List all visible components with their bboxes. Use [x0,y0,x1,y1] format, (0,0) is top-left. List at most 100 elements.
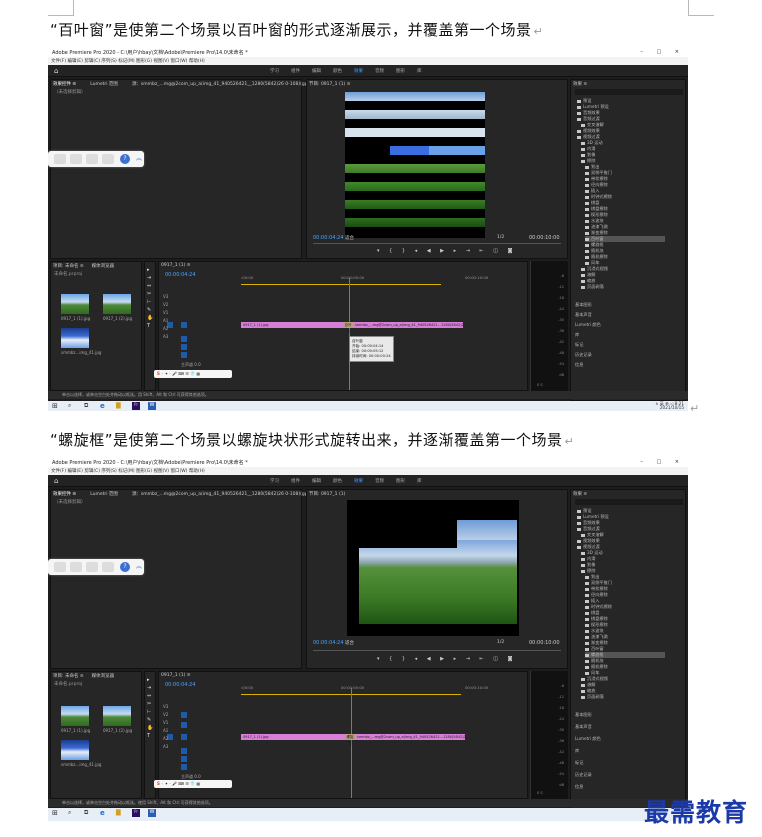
folder-icon[interactable]: ▇ [116,809,124,817]
edge-icon[interactable]: e [100,809,108,817]
resolution-select[interactable]: 1/2 [497,640,504,645]
track-toggle[interactable] [181,764,187,770]
timeline-clip-b[interactable]: smmbz_...mg@2com_up_a(img_41_940526421..… [355,734,465,740]
workspace-tab[interactable]: 学习 [270,479,279,484]
tab-lumetri-scopes[interactable]: Lumetri 范围 [90,492,118,497]
panel-link[interactable]: 库 [575,332,579,338]
tab-effects[interactable]: 效果 ≡ [573,81,587,87]
playhead[interactable] [349,278,350,390]
track-toggle[interactable] [181,756,187,762]
timeline-clip-a[interactable]: 0917_1 (1).jpg [241,322,343,328]
tool-icons[interactable]: ▸ ⇥ ⇔ ✂ ⊢ ✎ ✋ T [147,676,153,740]
workspace-tab-active[interactable]: 效果 [354,479,363,484]
track-toggle[interactable] [181,322,187,328]
tab-effect-controls[interactable]: 效果控件 ≡ [53,492,76,497]
tab-program[interactable]: 节目: 0917_1 (1) [309,491,345,497]
tab-project[interactable]: 项目: 未命名 ≡ [53,264,84,269]
windows-start-icon[interactable]: ⊞ [52,809,60,817]
menu-bar[interactable]: 文件(F) 编辑(E) 剪辑(C) 序列(S) 标记(M) 图形(G) 视图(V… [48,467,688,475]
work-area-bar[interactable] [241,284,441,285]
toolbar-button-icon[interactable] [70,562,82,572]
tool-icons[interactable]: ▸ ⇥ ⇔ ✂ ⊢ ✎ ✋ T [147,266,153,330]
bin-thumbnail[interactable] [103,294,131,314]
task-view-icon[interactable]: ⧉ [84,809,92,817]
home-icon[interactable]: ⌂ [54,67,58,75]
effects-search-input[interactable] [575,89,683,95]
ime-toolbar[interactable]: S ◦ ✦ · 🎤 ⌨ ☰ 👕 ▦ [154,780,232,788]
program-timecode-in[interactable]: 00:00:04:24 [313,640,344,646]
workspace-tab-active[interactable]: 效果 [354,69,363,74]
effects-item[interactable]: 页面剥落 [581,284,604,290]
master-track-value[interactable]: 0.0 [194,774,200,779]
ime-toolbar[interactable]: S ◦ ✦ · 🎤 ⌨ ☰ 👕 ▦ [154,370,232,378]
zoom-select[interactable]: 适合 [345,640,354,646]
windows-start-icon[interactable]: ⊞ [52,402,60,410]
bin-thumbnail[interactable] [103,706,131,726]
track-toggle[interactable] [181,712,187,718]
word-icon[interactable]: W [148,402,156,410]
bin-thumbnail[interactable] [61,328,89,348]
window-controls[interactable]: – □ × [640,459,685,465]
workspace-tab[interactable]: 组件 [291,69,300,74]
tab-sequence[interactable]: 0917_1 (1) ≡ [161,673,191,678]
workspace-tab[interactable]: 音频 [375,69,384,74]
tab-media-browser[interactable]: 媒体浏览器 [92,264,115,269]
floating-toolbar[interactable]: ? ︽ [48,151,144,167]
meter-solo-buttons[interactable]: S S [537,383,543,387]
effects-item[interactable]: 页面剥落 [581,694,604,700]
timeline-clip-a[interactable]: 0917_1 (1).jpg [241,734,345,740]
panel-link[interactable]: 基本声音 [575,312,592,318]
panel-link[interactable]: Lumetri 颜色 [575,736,601,742]
panel-link[interactable]: 历史记录 [575,352,592,358]
tab-project[interactable]: 项目: 未命名 ≡ [53,674,84,679]
tab-sequence[interactable]: 0917_1 (1) ≡ [161,263,191,268]
transport-controls[interactable]: ▾ { } ◂ ◀ ▶ ▸ ⇥ ⇤ ◫ ◙ [377,656,516,662]
program-scrubber[interactable] [313,650,561,651]
timeline-clip-b[interactable]: smmbz_...mg@2com_up_a(img_41_940526421..… [353,322,463,328]
menu-bar[interactable]: 文件(F) 编辑(E) 剪辑(C) 序列(S) 标记(M) 图形(G) 视图(V… [48,57,688,65]
panel-link[interactable]: 信息 [575,784,583,790]
workspace-tab[interactable]: 颜色 [333,479,342,484]
tab-program[interactable]: 节目: 0917_1 (1) ≡ [309,81,351,87]
panel-link[interactable]: 基本声音 [575,724,592,730]
toolbar-button-icon[interactable] [54,154,66,164]
master-track-value[interactable]: 0.0 [194,362,200,367]
panel-link[interactable]: 库 [575,748,579,754]
chevron-up-icon[interactable]: ︽ [136,561,142,570]
panel-link[interactable]: 标记 [575,342,583,348]
transition-spiral-box[interactable]: 螺旋框 [345,734,355,745]
toolbar-button-icon[interactable] [102,154,114,164]
workspace-tab[interactable]: 颜色 [333,69,342,74]
help-icon[interactable]: ? [120,562,130,572]
panel-link[interactable]: 基本图形 [575,712,592,718]
transition-blinds[interactable]: 百叶窗 [343,322,353,333]
bin-thumbnail[interactable] [61,740,89,760]
workspace-tab[interactable]: 编辑 [312,69,321,74]
transport-controls[interactable]: ▾ { } ◂ ◀ ▶ ▸ ⇥ ⇤ ◫ ◙ [377,248,516,254]
effects-search-input[interactable] [575,499,683,505]
help-icon[interactable]: ? [120,154,130,164]
panel-link[interactable]: 历史记录 [575,772,592,778]
workspace-tab[interactable]: 图形 [396,69,405,74]
chevron-up-icon[interactable]: ︽ [136,153,142,162]
edge-icon[interactable]: e [100,402,108,410]
workspace-tab[interactable]: 组件 [291,479,300,484]
workspace-tab[interactable]: 学习 [270,69,279,74]
search-icon[interactable]: ⌕ [68,402,76,410]
home-icon[interactable]: ⌂ [54,477,58,485]
tab-effect-controls[interactable]: 效果控件 ≡ [53,82,76,87]
track-toggle[interactable] [181,336,187,342]
meter-solo-buttons[interactable]: S S [537,791,543,795]
panel-link[interactable]: 基本图形 [575,302,592,308]
workspace-tab[interactable]: 库 [417,479,422,484]
sequence-timecode[interactable]: 00:00:04:24 [165,682,196,688]
workspace-tab[interactable]: 编辑 [312,479,321,484]
track-toggle[interactable] [181,734,187,740]
folder-icon[interactable]: ▇ [116,402,124,410]
sequence-timecode[interactable]: 00:00:04:24 [165,272,196,278]
floating-toolbar[interactable]: ? ︽ [48,559,144,575]
panel-link[interactable]: Lumetri 颜色 [575,322,601,328]
program-timecode-in[interactable]: 00:00:04:24 [313,235,344,241]
tab-lumetri-scopes[interactable]: Lumetri 范围 [90,82,118,87]
window-controls[interactable]: – □ × [640,49,685,55]
